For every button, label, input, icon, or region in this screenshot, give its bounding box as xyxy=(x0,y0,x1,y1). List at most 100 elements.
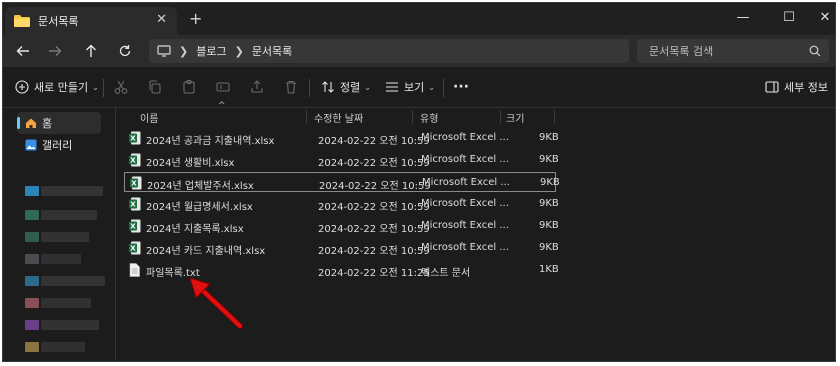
redacted-label xyxy=(41,276,105,286)
file-name: 2024년 카드 지출내역.xlsx xyxy=(146,246,266,257)
redacted-label xyxy=(41,232,89,242)
chevron-right-icon: ❯ xyxy=(234,44,244,58)
chevron-down-icon: ⌄ xyxy=(92,82,99,92)
tab-close-icon[interactable]: ✕ xyxy=(156,12,167,27)
file-size: 9KB xyxy=(539,154,559,165)
file-row[interactable]: X 2024년 월급명세서.xlsx 2024-02-22 오전 10:59 M… xyxy=(124,194,559,214)
sidebar-item-gallery[interactable]: 갤러리 xyxy=(17,134,101,156)
file-name: 2024년 지출목록.xlsx xyxy=(146,224,244,235)
file-type: 텍스트 문서 xyxy=(421,268,471,279)
chevron-down-icon: ⌄ xyxy=(364,82,371,92)
share-icon[interactable] xyxy=(249,79,265,95)
excel-file-icon: X xyxy=(130,176,142,190)
file-row[interactable]: X 2024년 업체발주서.xlsx 2024-02-22 오전 10:59 M… xyxy=(124,172,560,192)
close-window-button[interactable]: ✕ xyxy=(809,7,835,27)
file-row[interactable]: X 2024년 생활비.xlsx 2024-02-22 오전 10:59 Mic… xyxy=(124,150,559,170)
forward-button[interactable] xyxy=(45,41,65,61)
file-row[interactable]: X 2024년 공과금 지출내역.xlsx 2024-02-22 오전 10:5… xyxy=(124,128,559,148)
file-date: 2024-02-22 오전 10:59 xyxy=(318,136,430,147)
svg-text:X: X xyxy=(130,135,136,143)
redacted-label xyxy=(41,254,81,264)
refresh-button[interactable] xyxy=(115,41,135,61)
file-type: Microsoft Excel ... xyxy=(421,220,509,231)
column-divider[interactable] xyxy=(412,110,413,124)
column-header-type[interactable]: 유형 xyxy=(420,110,438,125)
back-button[interactable] xyxy=(13,41,33,61)
redacted-icon xyxy=(25,232,39,242)
search-input[interactable]: 문서목록 검색 xyxy=(637,39,829,63)
svg-text:X: X xyxy=(131,180,137,188)
file-size: 9KB xyxy=(539,132,559,143)
maximize-icon: ☐ xyxy=(783,9,795,25)
view-button[interactable]: 보기 ⌄ xyxy=(385,77,435,97)
minimize-button[interactable]: — xyxy=(727,7,759,27)
column-divider[interactable] xyxy=(500,110,501,124)
redacted-icon xyxy=(25,320,39,330)
refresh-icon xyxy=(119,45,131,57)
redacted-icon xyxy=(25,342,39,352)
column-header-date[interactable]: 수정한 날짜 xyxy=(314,110,363,125)
file-size: 9KB xyxy=(539,242,559,253)
copy-icon[interactable] xyxy=(147,79,163,95)
navigation-bar: ❯ 블로그 ❯ 문서목록 문서목록 검색 xyxy=(3,35,835,67)
rename-icon[interactable] xyxy=(215,79,231,95)
file-type: Microsoft Excel ... xyxy=(421,198,509,209)
new-button[interactable]: 새로 만들기 ⌄ xyxy=(15,77,99,97)
redacted-label xyxy=(41,186,103,196)
sort-label: 정렬 xyxy=(340,81,361,94)
chevron-right-icon: ❯ xyxy=(179,44,189,58)
cut-icon[interactable] xyxy=(113,79,129,95)
breadcrumb-item[interactable]: 블로그 xyxy=(196,43,226,59)
title-bar: 문서목록 ✕ + — ☐ ✕ xyxy=(3,3,835,35)
column-divider[interactable] xyxy=(554,110,555,124)
redacted-label xyxy=(41,320,99,330)
file-name: 2024년 업체발주서.xlsx xyxy=(147,181,254,192)
column-header-size[interactable]: 크기 xyxy=(506,110,524,125)
redacted-icon xyxy=(25,298,39,308)
breadcrumb-item[interactable]: 문서목록 xyxy=(252,43,292,59)
file-date: 2024-02-22 오전 10:59 xyxy=(318,246,430,257)
selection-indicator xyxy=(17,117,20,129)
up-button[interactable] xyxy=(81,41,101,61)
new-tab-button[interactable]: + xyxy=(189,9,202,28)
redacted-label xyxy=(41,298,91,308)
red-arrow-annotation xyxy=(189,277,243,329)
sidebar-item-home[interactable]: 홈 xyxy=(17,112,101,134)
back-arrow-icon xyxy=(16,46,29,56)
toolbar-divider xyxy=(309,79,310,97)
file-row[interactable]: X 2024년 지출목록.xlsx 2024-02-22 오전 10:59 Mi… xyxy=(124,216,559,236)
paste-icon[interactable] xyxy=(181,79,197,95)
svg-text:X: X xyxy=(130,245,136,253)
svg-text:X: X xyxy=(130,157,136,165)
file-date: 2024-02-22 오전 10:59 xyxy=(318,202,430,213)
redacted-label xyxy=(41,210,97,220)
file-name: 2024년 생활비.xlsx xyxy=(146,158,235,169)
details-pane-label: 세부 정보 xyxy=(784,81,828,94)
minimize-icon: — xyxy=(736,9,750,25)
toolbar-divider xyxy=(443,79,444,97)
redacted-icon xyxy=(25,276,39,286)
redacted-icon xyxy=(25,254,39,264)
plus-circle-icon xyxy=(15,80,29,94)
excel-file-icon: X xyxy=(129,197,141,211)
tab-title: 문서목록 xyxy=(38,15,79,28)
view-label: 보기 xyxy=(404,81,425,94)
column-header-name[interactable]: 이름 xyxy=(140,110,158,125)
search-icon xyxy=(809,45,821,57)
view-icon xyxy=(386,82,398,92)
file-type: Microsoft Excel ... xyxy=(421,132,509,143)
file-type: Microsoft Excel ... xyxy=(421,242,509,253)
address-bar[interactable]: ❯ 블로그 ❯ 문서목록 xyxy=(149,39,629,63)
file-date: 2024-02-22 오전 11:25 xyxy=(318,268,430,279)
file-row[interactable]: X 2024년 카드 지출내역.xlsx 2024-02-22 오전 10:59… xyxy=(124,238,559,258)
maximize-button[interactable]: ☐ xyxy=(773,7,805,27)
details-pane-button[interactable]: 세부 정보 xyxy=(765,77,828,97)
svg-text:X: X xyxy=(130,201,136,209)
sort-button[interactable]: 정렬 ⌄ xyxy=(321,77,371,97)
tab-active[interactable]: 문서목록 ✕ xyxy=(5,7,177,35)
command-bar: 새로 만들기 ⌄ 정렬 ⌄ 보기 ⌄ ··· 세부 정보 xyxy=(3,67,835,108)
more-options-button[interactable]: ··· xyxy=(453,77,469,97)
delete-icon[interactable] xyxy=(283,79,299,95)
redacted-icon xyxy=(25,210,39,220)
column-divider[interactable] xyxy=(306,110,307,124)
